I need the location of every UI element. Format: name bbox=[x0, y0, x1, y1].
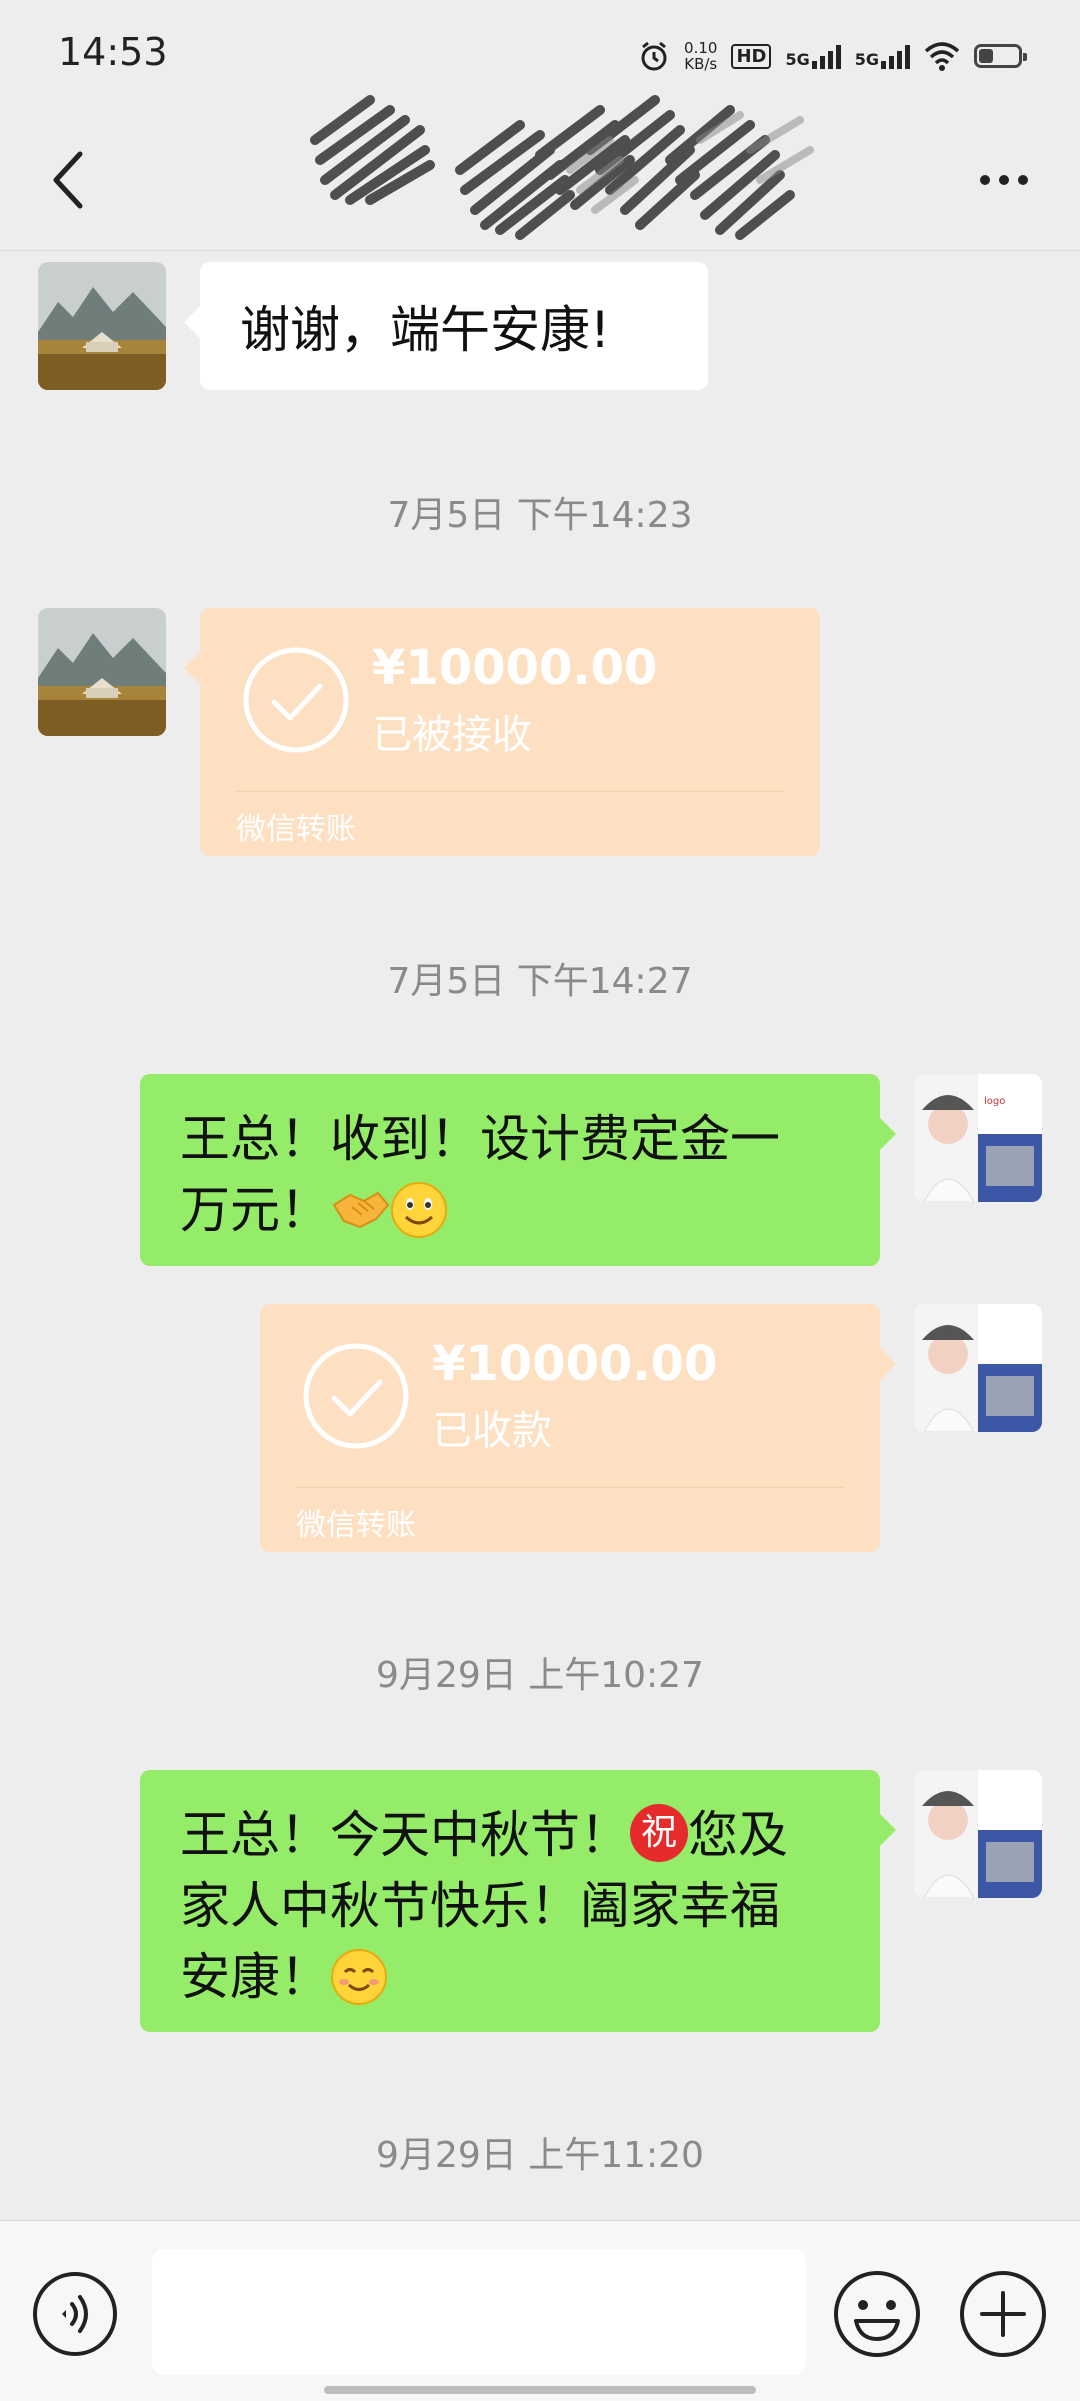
my-avatar[interactable] bbox=[914, 1770, 1042, 1898]
check-circle-icon bbox=[303, 1343, 409, 1449]
home-indicator[interactable] bbox=[324, 2386, 756, 2394]
my-avatar[interactable]: logo bbox=[914, 1074, 1042, 1202]
wifi-icon bbox=[924, 42, 960, 71]
status-icons: 0.10 KB/s HD 5G 5G bbox=[638, 34, 1027, 78]
contact-avatar[interactable] bbox=[38, 608, 166, 736]
timestamp: 9月29日 上午11:20 bbox=[376, 2135, 704, 2176]
smile-emoji-icon bbox=[391, 1182, 447, 1238]
message-text-line: 家人中秋节快乐！阖家幸福 bbox=[180, 1877, 780, 1935]
message-bubble-incoming: 谢谢，端午安康! bbox=[184, 262, 708, 390]
check-circle-icon bbox=[243, 647, 349, 753]
contact-avatar[interactable] bbox=[38, 262, 166, 390]
more-button[interactable] bbox=[964, 140, 1044, 220]
hd-badge: HD bbox=[731, 43, 772, 69]
transfer-status: 已被接收 bbox=[372, 712, 532, 758]
battery-icon bbox=[974, 44, 1027, 68]
signal-bars-icon bbox=[881, 43, 910, 69]
profile-photo-image bbox=[914, 1304, 1042, 1432]
message-text-line: 王总！收到！设计费定金一 bbox=[180, 1110, 780, 1168]
more-actions-button[interactable] bbox=[958, 2269, 1048, 2359]
message-bubble-outgoing: 王总！收到！设计费定金一 万元！ bbox=[140, 1074, 896, 1266]
status-time: 14:53 bbox=[58, 30, 168, 74]
chat-input-bar bbox=[0, 2220, 1080, 2401]
transfer-footer: 微信转账 bbox=[236, 812, 356, 847]
svg-text:logo: logo bbox=[984, 1096, 1005, 1107]
my-avatar[interactable] bbox=[914, 1304, 1042, 1432]
alarm-icon bbox=[641, 41, 667, 71]
message-text-line: 万元！ bbox=[180, 1175, 840, 1246]
divider bbox=[236, 791, 784, 792]
message-input[interactable] bbox=[152, 2249, 806, 2375]
timestamp: 9月29日 上午10:27 bbox=[376, 1655, 704, 1696]
voice-icon bbox=[62, 2295, 88, 2333]
signal-1: 5G bbox=[785, 43, 841, 69]
transfer-amount: ¥10000.00 bbox=[432, 1336, 718, 1392]
transfer-card-collected[interactable]: ¥10000.00 已收款 微信转账 bbox=[260, 1304, 896, 1552]
temple-landscape-image bbox=[38, 608, 166, 736]
voice-button[interactable] bbox=[32, 2271, 118, 2357]
handshake-emoji-icon bbox=[332, 1191, 390, 1229]
transfer-card-received[interactable]: ¥10000.00 已被接收 微信转账 bbox=[184, 608, 820, 856]
emoji-icon bbox=[834, 2271, 920, 2357]
net-speed: 0.10 KB/s bbox=[684, 39, 718, 73]
back-button[interactable] bbox=[36, 140, 106, 220]
divider bbox=[296, 1487, 844, 1488]
transfer-footer: 微信转账 bbox=[296, 1508, 416, 1543]
chevron-left-icon bbox=[53, 151, 83, 209]
transfer-amount: ¥10000.00 bbox=[372, 640, 658, 696]
more-horizontal-icon bbox=[980, 175, 990, 185]
signal-2: 5G bbox=[855, 43, 910, 69]
timestamp: 7月5日 下午14:27 bbox=[387, 961, 693, 1002]
blessing-emoji-icon: 祝 bbox=[630, 1804, 688, 1862]
plus-icon bbox=[960, 2271, 1046, 2357]
signal-bars-icon bbox=[811, 43, 841, 69]
chat-title-obscured bbox=[310, 95, 814, 240]
temple-landscape-image bbox=[38, 262, 166, 390]
emoji-button[interactable] bbox=[832, 2269, 922, 2359]
message-text-line: 安康！ bbox=[180, 1942, 840, 2013]
blush-smile-emoji-icon bbox=[331, 1949, 387, 2005]
transfer-status: 已收款 bbox=[432, 1408, 552, 1454]
timestamp: 7月5日 下午14:23 bbox=[387, 495, 693, 536]
message-text-line: 王总！今天中秋节！祝您及 bbox=[180, 1804, 788, 1864]
profile-photo-image bbox=[914, 1770, 1042, 1898]
message-text: 谢谢，端午安康! bbox=[240, 301, 611, 359]
message-bubble-outgoing: 王总！今天中秋节！祝您及 家人中秋节快乐！阖家幸福 安康！ bbox=[140, 1770, 896, 2032]
profile-photo-image: logo bbox=[914, 1074, 1042, 1202]
